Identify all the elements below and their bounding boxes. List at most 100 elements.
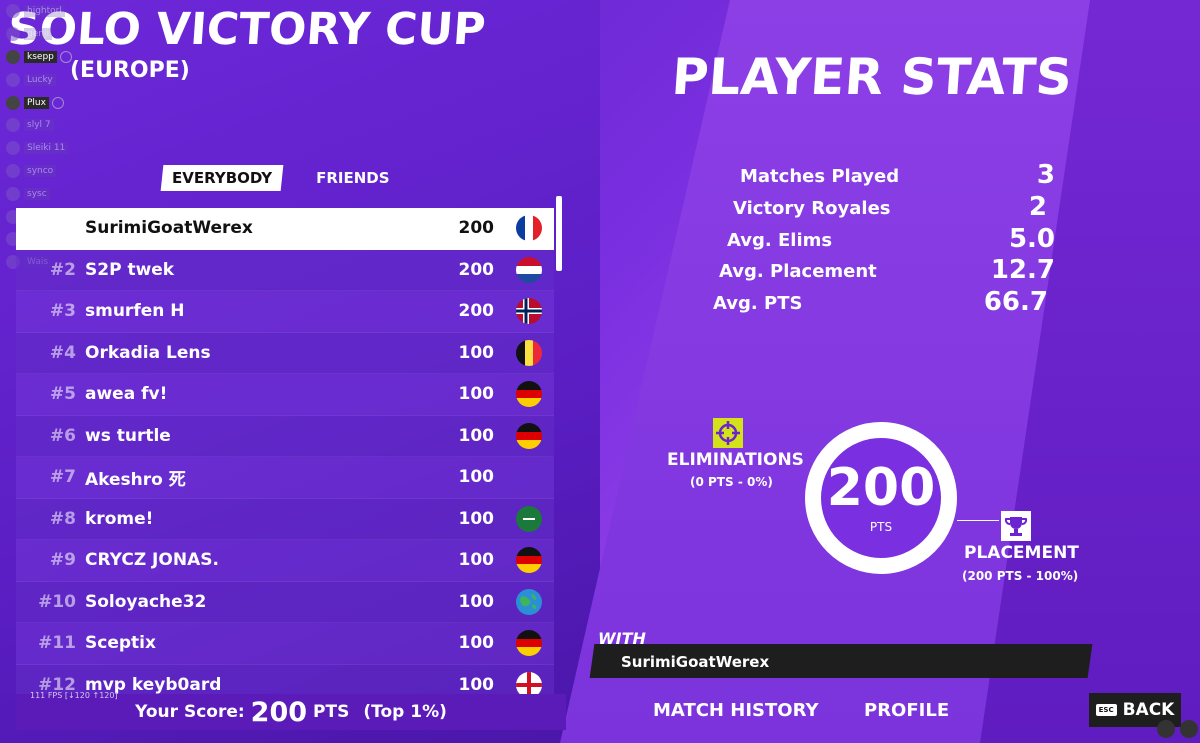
country-flag-icon	[516, 547, 542, 574]
total-points: 200	[826, 458, 936, 518]
table-row[interactable]: #9 CRYCZ JONAS. 100	[16, 540, 554, 582]
country-flag-icon	[516, 464, 542, 490]
stat-value: 5.0	[1008, 224, 1055, 254]
score-value: 200	[250, 696, 308, 728]
player-name: Akeshro 死	[85, 469, 186, 490]
player-rank: #1	[49, 218, 76, 239]
table-row[interactable]: #11 Sceptix 100	[16, 623, 554, 665]
player-name: SurimiGoatWerex	[85, 218, 253, 239]
player-rank: #7	[49, 467, 76, 488]
voice-user: ksepp	[6, 46, 86, 69]
points-ring: 200 PTS	[805, 422, 957, 574]
table-row[interactable]: #1 SurimiGoatWerex 200	[16, 208, 554, 250]
voice-user: genji	[6, 23, 86, 46]
player-rank: #4	[49, 342, 76, 363]
avatar	[6, 4, 20, 19]
country-flag-icon	[516, 256, 542, 283]
eliminations-sub: (0 PTS - 0%)	[690, 475, 773, 489]
score-label: Your Score:	[135, 702, 245, 722]
player-points: 100	[458, 384, 495, 405]
avatar	[6, 118, 20, 133]
player-points: 100	[458, 674, 495, 695]
table-row[interactable]: #3 smurfen H 200	[16, 291, 554, 333]
player-name: Orkadia Lens	[85, 342, 211, 363]
voice-user-name: Sleiki 11	[24, 142, 69, 155]
voice-user: Lucky	[6, 68, 86, 91]
table-row[interactable]: #2 S2P twek 200	[16, 249, 554, 291]
player-points: 100	[458, 508, 495, 529]
player-points: 100	[458, 425, 495, 446]
profile-button[interactable]: PROFILE	[864, 700, 949, 721]
avatar	[6, 72, 20, 87]
voice-user-name: sysc	[24, 187, 50, 200]
stat-value: 3	[1036, 160, 1055, 190]
player-rank: #8	[49, 508, 76, 529]
table-row[interactable]: #10 Soloyache32 100	[16, 581, 554, 623]
player-points: 100	[458, 633, 495, 654]
voice-user: slyl 7	[6, 114, 86, 137]
player-name: Soloyache32	[85, 591, 207, 612]
ring-connector	[957, 520, 999, 521]
eye-icon	[59, 50, 72, 63]
table-row[interactable]: #7 Akeshro 死 100	[16, 457, 554, 499]
player-points: 100	[458, 591, 495, 612]
with-label: WITH	[598, 629, 646, 648]
country-flag-icon	[516, 505, 542, 532]
tab-everybody[interactable]: EVERYBODY	[160, 165, 284, 191]
player-points: 200	[458, 259, 495, 280]
player-stats-title: PLAYER STATS	[669, 48, 1074, 106]
player-rank: #10	[38, 591, 76, 612]
voice-user: Sleiki 11	[6, 137, 86, 160]
player-rank: #6	[49, 425, 76, 446]
voice-user: hightorl	[6, 0, 86, 23]
country-flag-icon	[516, 630, 542, 657]
fps-counter: 111 FPS [↓120 ↑120]	[30, 691, 118, 700]
country-flag-icon	[516, 422, 542, 449]
avatar	[6, 186, 20, 201]
player-rank: #3	[49, 301, 76, 322]
player-rank: #9	[49, 550, 76, 571]
country-flag-icon	[516, 381, 542, 408]
score-rank: (Top 1%)	[363, 702, 447, 722]
voice-user: Plux	[6, 91, 86, 114]
voice-user-name: synco	[24, 164, 57, 177]
table-row[interactable]: #6 ws turtle 100	[16, 415, 554, 457]
leaderboard-scrollbar[interactable]	[556, 196, 562, 271]
placement-sub: (200 PTS - 100%)	[962, 569, 1079, 583]
trophy-icon	[1001, 511, 1031, 541]
avatar	[6, 95, 20, 110]
voice-user-name: slyl 7	[24, 119, 54, 132]
stat-label: Avg. Placement	[719, 261, 877, 282]
match-history-button[interactable]: MATCH HISTORY	[653, 700, 818, 721]
country-flag-icon	[516, 215, 542, 242]
stat-value: 2	[1028, 192, 1047, 222]
voice-user-name: genji	[24, 28, 52, 41]
table-row[interactable]: #4 Orkadia Lens 100	[16, 332, 554, 374]
player-points: 100	[458, 467, 495, 488]
voice-user: synco	[6, 160, 86, 183]
microphone-icon[interactable]	[1157, 720, 1175, 738]
voice-user: sysc	[6, 182, 86, 205]
tab-friends[interactable]: FRIENDS	[306, 165, 399, 191]
leaderboard: #1 SurimiGoatWerex 200 #2 S2P twek 200 #3 smurf…	[16, 208, 554, 706]
leaderboard-tabs: EVERYBODY FRIENDS	[160, 165, 400, 191]
voice-user-name: hightorl	[24, 5, 65, 18]
stat-label: Victory Royales	[733, 198, 891, 219]
avatar	[6, 141, 20, 156]
table-row[interactable]: #5 awea fv! 100	[16, 374, 554, 416]
placement-label: PLACEMENT	[964, 543, 1079, 563]
stat-label: Avg. Elims	[727, 230, 833, 251]
player-points: 100	[458, 342, 495, 363]
voice-user-name: Lucky	[24, 73, 56, 86]
player-points: 200	[458, 218, 495, 239]
player-name: krome!	[85, 508, 154, 529]
eliminations-label: ELIMINATIONS	[667, 450, 804, 470]
table-row[interactable]: #8 krome! 100	[16, 498, 554, 540]
esc-key-icon: ESC	[1095, 704, 1117, 716]
player-name: smurfen H	[85, 301, 185, 322]
avatar	[6, 163, 20, 178]
stat-value: 66.7	[983, 287, 1048, 317]
player-name: S2P twek	[85, 259, 175, 280]
player-rank: #5	[49, 384, 76, 405]
player-points: 100	[458, 550, 495, 571]
